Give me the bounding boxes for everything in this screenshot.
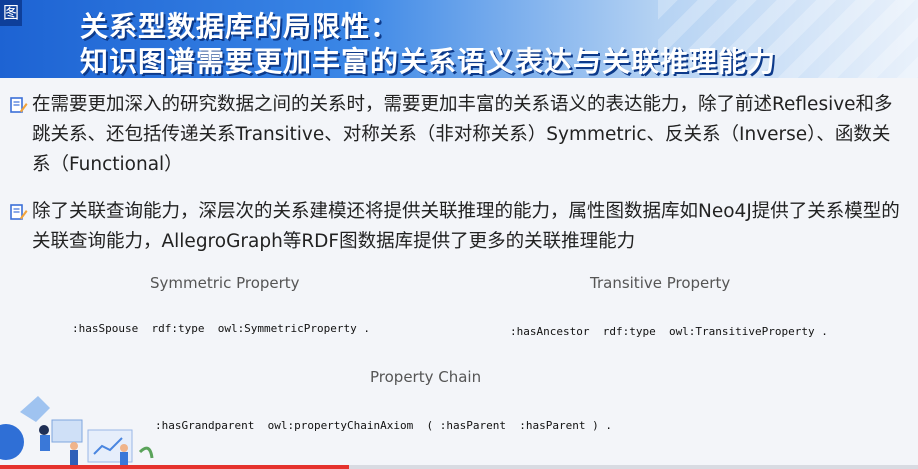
property-chain-code: :hasGrandparent owl:propertyChainAxiom (… xyxy=(155,419,612,432)
slide-header: 图 关系型数据库的局限性： 知识图谱需要更加丰富的关系语义表达与关联推理能力 xyxy=(0,0,918,78)
video-progress-bar[interactable] xyxy=(0,465,918,469)
slide-title-line1: 关系型数据库的局限性： xyxy=(80,10,400,43)
bullet-item: 在需要更加深入的研究数据之间的关系时，需要更加丰富的关系语义的表达能力，除了前述… xyxy=(10,90,900,180)
symmetric-property-code: :hasSpouse rdf:type owl:SymmetricPropert… xyxy=(72,322,371,335)
note-pencil-icon xyxy=(10,97,28,113)
property-chain-label: Property Chain xyxy=(370,368,482,386)
video-progress-fill xyxy=(0,465,349,469)
bullet-item: 除了关联查询能力，深层次的关系建模还将提供关联推理的能力，属性图数据库如Neo4… xyxy=(10,197,900,257)
symmetric-property-label: Symmetric Property xyxy=(150,274,300,292)
transitive-property-code: :hasAncestor rdf:type owl:TransitiveProp… xyxy=(510,325,828,338)
note-pencil-icon xyxy=(10,204,28,220)
transitive-property-label: Transitive Property xyxy=(590,274,731,292)
slide-title-line2: 知识图谱需要更加丰富的关系语义表达与关联推理能力 xyxy=(80,45,777,78)
corner-tag: 图 xyxy=(0,0,22,26)
office-people-illustration xyxy=(0,396,154,468)
bullet-text: 除了关联查询能力，深层次的关系建模还将提供关联推理的能力，属性图数据库如Neo4… xyxy=(32,201,900,252)
bullet-text: 在需要更加深入的研究数据之间的关系时，需要更加丰富的关系语义的表达能力，除了前述… xyxy=(32,94,893,175)
